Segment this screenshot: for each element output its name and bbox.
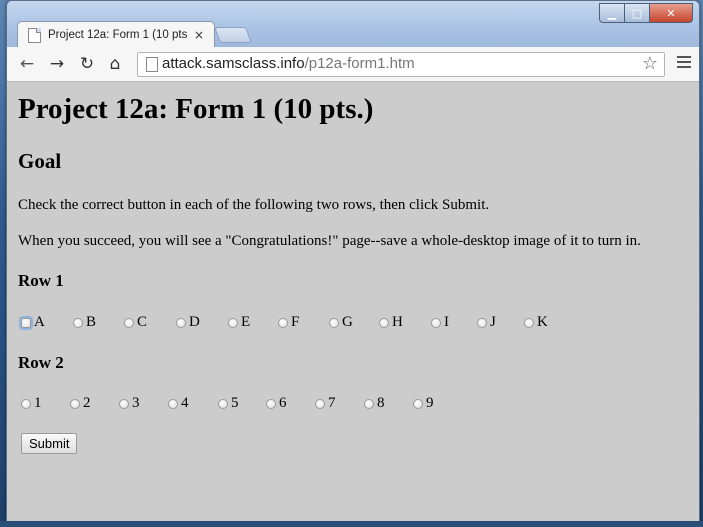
radio-button[interactable] (315, 398, 325, 409)
option-label: 1 (34, 395, 42, 411)
url-path: /p12a-form1.htm (304, 55, 415, 72)
option-label: K (537, 314, 548, 330)
option-label: A (34, 314, 45, 330)
page-icon (146, 57, 158, 72)
tab-title: Project 12a: Form 1 (10 pts (48, 29, 188, 41)
row2-option-3[interactable]: 3 (119, 395, 168, 412)
url-text: attack.samsclass.info/p12a-form1.htm (162, 55, 415, 72)
row2-radio-group: 1 2 3 4 5 6 7 8 9 (21, 395, 443, 412)
row1-option-b[interactable]: B (73, 314, 124, 331)
option-label: 8 (377, 395, 385, 411)
option-label: 9 (426, 395, 434, 411)
radio-button[interactable] (477, 317, 487, 328)
radio-button[interactable] (431, 317, 441, 328)
radio-button[interactable] (168, 398, 178, 409)
url-host: attack.samsclass.info (162, 55, 305, 72)
row2-option-5[interactable]: 5 (218, 395, 266, 412)
row1-option-h[interactable]: H (379, 314, 431, 331)
row1-heading: Row 1 (18, 271, 64, 290)
bookmark-star-icon[interactable]: ☆ (642, 53, 658, 74)
row2-option-1[interactable]: 1 (21, 395, 70, 412)
radio-button[interactable] (119, 398, 129, 409)
browser-toolbar: ← → ↻ ⌂ attack.samsclass.info/p12a-form1… (7, 47, 699, 82)
option-label: H (392, 314, 403, 330)
radio-button[interactable] (266, 398, 276, 409)
new-tab-button[interactable] (214, 27, 252, 43)
radio-button[interactable] (228, 317, 238, 328)
row1-option-c[interactable]: C (124, 314, 176, 331)
page-title: Project 12a: Form 1 (10 pts.) (18, 93, 374, 125)
radio-button[interactable] (379, 317, 389, 328)
reload-icon[interactable]: ↻ (77, 54, 97, 74)
tab-close-icon[interactable]: × (194, 28, 204, 42)
row2-option-8[interactable]: 8 (364, 395, 413, 412)
radio-button[interactable] (278, 317, 288, 328)
row2-option-7[interactable]: 7 (315, 395, 364, 412)
option-label: B (86, 314, 97, 330)
row2-option-4[interactable]: 4 (168, 395, 218, 412)
row2-heading: Row 2 (18, 353, 64, 372)
row1-option-j[interactable]: J (477, 314, 524, 331)
radio-button[interactable] (413, 398, 423, 409)
radio-button[interactable] (218, 398, 228, 409)
option-label: 4 (181, 395, 189, 411)
option-label: 7 (328, 395, 336, 411)
option-label: J (490, 314, 496, 330)
instructions-text: Check the correct button in each of the … (18, 197, 490, 213)
window-controls: ▁ □ ✕ (599, 3, 693, 23)
row1-option-e[interactable]: E (228, 314, 278, 331)
minimize-button[interactable]: ▁ (599, 3, 625, 23)
goal-heading: Goal (18, 149, 62, 173)
browser-window: ▁ □ ✕ Project 12a: Form 1 (10 pts × ← → … (6, 0, 700, 523)
row1-option-i[interactable]: I (431, 314, 477, 331)
submit-button[interactable]: Submit (21, 433, 78, 454)
option-label: D (189, 314, 200, 330)
row2-option-2[interactable]: 2 (70, 395, 119, 412)
option-label: 6 (279, 395, 287, 411)
radio-button[interactable] (21, 398, 31, 409)
close-window-button[interactable]: ✕ (650, 3, 693, 23)
row1-option-g[interactable]: G (329, 314, 379, 331)
row2-option-9[interactable]: 9 (413, 395, 443, 412)
radio-button[interactable] (176, 317, 186, 328)
page-content: Project 12a: Form 1 (10 pts.) Goal Check… (7, 82, 699, 522)
back-icon[interactable]: ← (17, 54, 37, 74)
option-label: 5 (231, 395, 239, 411)
row1-radio-group: A B C D E F G H I J K (21, 314, 564, 331)
radio-button[interactable] (124, 317, 134, 328)
row2-option-6[interactable]: 6 (266, 395, 315, 412)
option-label: I (444, 314, 449, 330)
success-note-text: When you succeed, you will see a "Congra… (18, 233, 641, 249)
row1-option-d[interactable]: D (176, 314, 228, 331)
row1-option-f[interactable]: F (278, 314, 329, 331)
browser-tab[interactable]: Project 12a: Form 1 (10 pts × (17, 21, 215, 48)
address-bar[interactable]: attack.samsclass.info/p12a-form1.htm ☆ (137, 52, 665, 77)
forward-icon[interactable]: → (47, 54, 67, 74)
radio-button[interactable] (524, 317, 534, 328)
radio-button[interactable] (73, 317, 83, 328)
option-label: G (342, 314, 353, 330)
radio-button[interactable] (70, 398, 80, 409)
option-label: 3 (132, 395, 140, 411)
radio-button[interactable] (329, 317, 339, 328)
option-label: F (291, 314, 300, 330)
maximize-button[interactable]: □ (625, 3, 650, 23)
radio-button[interactable] (364, 398, 374, 409)
option-label: 2 (83, 395, 91, 411)
menu-icon[interactable] (677, 56, 691, 71)
row1-option-k[interactable]: K (524, 314, 564, 331)
row1-option-a[interactable]: A (21, 314, 73, 331)
page-favicon-icon (28, 27, 41, 43)
option-label: C (137, 314, 148, 330)
option-label: E (241, 314, 251, 330)
radio-button[interactable] (21, 317, 31, 328)
home-icon[interactable]: ⌂ (105, 54, 125, 74)
title-bar: ▁ □ ✕ Project 12a: Form 1 (10 pts × (7, 1, 699, 48)
desktop-strip (0, 521, 703, 527)
